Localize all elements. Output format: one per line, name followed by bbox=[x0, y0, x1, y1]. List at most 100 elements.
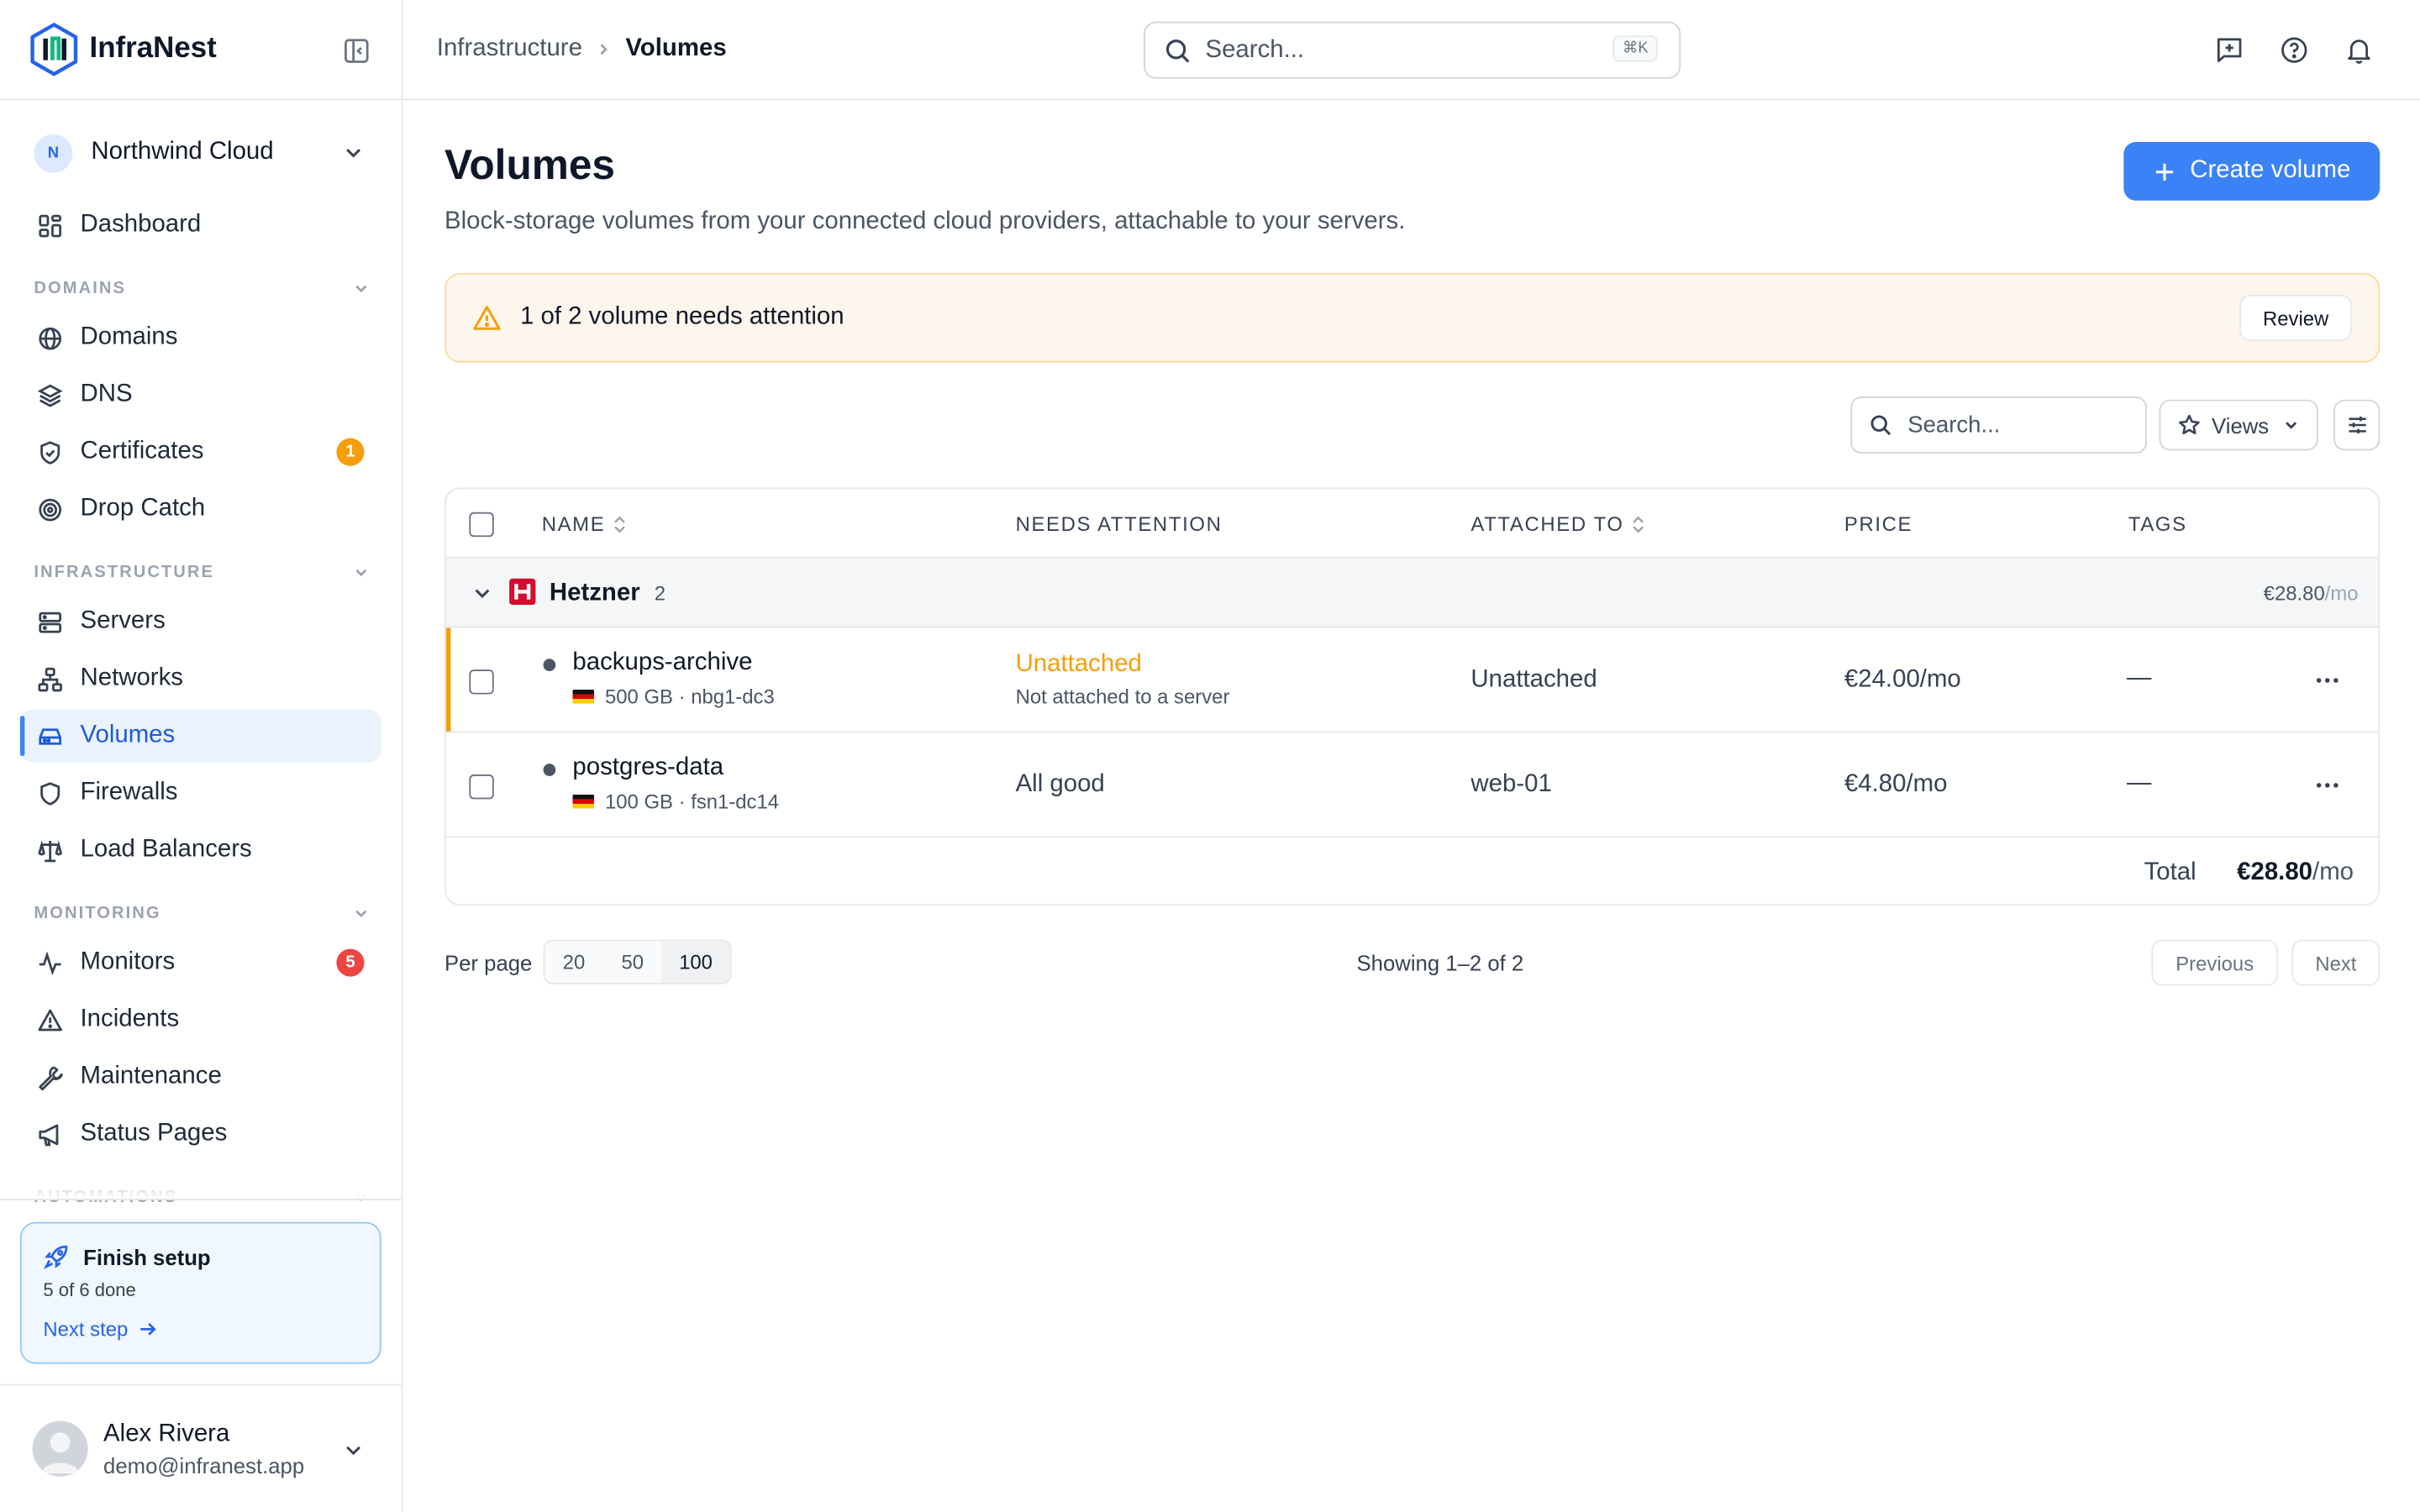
per-page-option-50[interactable]: 50 bbox=[603, 941, 662, 983]
infranest-logo-icon bbox=[30, 23, 78, 76]
sidebar-item-label: Servers bbox=[80, 607, 166, 634]
section-domains[interactable]: DOMAINS bbox=[34, 279, 370, 297]
finish-setup-card[interactable]: Finish setup 5 of 6 done Next step bbox=[19, 1221, 381, 1364]
sidebar-item-status-pages[interactable]: Status Pages bbox=[20, 1108, 381, 1160]
sidebar-item-label: Domains bbox=[80, 323, 178, 350]
group-name: Hetzner bbox=[549, 580, 640, 606]
row-checkbox[interactable] bbox=[469, 669, 494, 695]
germany-flag-icon bbox=[572, 794, 595, 810]
target-icon bbox=[39, 497, 62, 521]
volume-name[interactable]: postgres-data bbox=[572, 754, 723, 782]
help-icon[interactable] bbox=[2280, 35, 2309, 65]
more-horizontal-icon[interactable] bbox=[2313, 666, 2341, 694]
search-shortcut: ⌘K bbox=[1612, 35, 1658, 62]
breadcrumb-current: Volumes bbox=[625, 35, 727, 62]
plus-icon bbox=[2155, 162, 2174, 180]
table-row[interactable]: postgres-data 100 GB · fsn1-dc14 All goo… bbox=[445, 732, 2379, 838]
column-label: NEEDS ATTENTION bbox=[1015, 512, 1223, 536]
chevron-down-icon bbox=[2286, 422, 2297, 429]
sidebar-item-drop-catch[interactable]: Drop Catch bbox=[20, 483, 381, 535]
more-horizontal-icon[interactable] bbox=[2313, 771, 2341, 799]
volume-name[interactable]: backups-archive bbox=[572, 649, 752, 677]
views-dropdown[interactable]: Views bbox=[2159, 399, 2318, 451]
column-label: PRICE bbox=[1844, 512, 1913, 536]
column-header-tags: TAGS bbox=[2128, 512, 2187, 536]
column-label: NAME bbox=[541, 512, 606, 536]
feedback-icon[interactable] bbox=[2215, 35, 2244, 65]
status-dot bbox=[543, 764, 556, 776]
setup-section: Finish setup 5 of 6 done Next step bbox=[0, 1199, 402, 1383]
arrow-right-icon bbox=[139, 1322, 156, 1336]
chevron-down-icon bbox=[346, 1446, 360, 1456]
sidebar-item-dashboard[interactable]: Dashboard bbox=[20, 199, 381, 251]
table-footer: Total €28.80/mo bbox=[446, 837, 2379, 904]
column-header-attached-to[interactable]: ATTACHED TO bbox=[1470, 512, 1645, 535]
org-name: Northwind Cloud bbox=[91, 139, 274, 165]
global-search-input[interactable]: Search... ⌘K bbox=[1144, 21, 1681, 79]
org-switcher[interactable]: N Northwind Cloud bbox=[34, 133, 373, 173]
scale-icon bbox=[38, 839, 63, 862]
tags: — bbox=[2127, 664, 2152, 691]
breadcrumb-infrastructure[interactable]: Infrastructure bbox=[437, 35, 582, 63]
select-all-checkbox[interactable] bbox=[469, 512, 494, 538]
attached-to: web-01 bbox=[1470, 771, 1552, 798]
review-button[interactable]: Review bbox=[2239, 294, 2353, 341]
sidebar-item-certificates[interactable]: Certificates 1 bbox=[20, 426, 381, 478]
megaphone-icon bbox=[39, 1123, 59, 1146]
sidebar-item-dns[interactable]: DNS bbox=[20, 369, 381, 421]
layers-icon bbox=[37, 383, 63, 407]
volume-meta: 100 GB · fsn1-dc14 bbox=[572, 790, 779, 813]
group-total: €28.80/mo bbox=[2264, 581, 2359, 605]
next-page-button[interactable]: Next bbox=[2291, 939, 2381, 986]
price: €4.80/mo bbox=[1844, 771, 1948, 798]
sidebar-item-label: Certificates bbox=[80, 438, 204, 465]
page-description: Block-storage volumes from your connecte… bbox=[444, 207, 1406, 235]
per-page-option-20[interactable]: 20 bbox=[544, 941, 603, 983]
sidebar-item-label: Load Balancers bbox=[80, 836, 252, 863]
group-total-value: €28.80 bbox=[2263, 581, 2325, 605]
column-header-needs-attention: NEEDS ATTENTION bbox=[1016, 512, 1223, 536]
sidebar-item-networks[interactable]: Networks bbox=[20, 653, 381, 705]
sidebar-item-firewalls[interactable]: Firewalls bbox=[20, 767, 381, 819]
sidebar-item-volumes[interactable]: Volumes bbox=[19, 709, 381, 763]
sidebar-item-label: Drop Catch bbox=[80, 495, 206, 522]
section-monitoring[interactable]: MONITORING bbox=[34, 904, 370, 922]
sidebar-item-maintenance[interactable]: Maintenance bbox=[20, 1051, 381, 1103]
sidebar-item-domains[interactable]: Domains bbox=[20, 312, 381, 364]
volumes-table: NAME NEEDS ATTENTION ATTACHED TO PRICE T… bbox=[444, 487, 2381, 906]
sidebar-item-monitors[interactable]: Monitors 5 bbox=[20, 937, 381, 989]
table-row[interactable]: backups-archive 500 GB · nbg1-dc3 Unatta… bbox=[445, 627, 2379, 733]
tags: — bbox=[2127, 769, 2152, 796]
next-step-label: Next step bbox=[43, 1317, 129, 1341]
section-infrastructure[interactable]: INFRASTRUCTURE bbox=[34, 563, 370, 581]
sidebar-collapse-icon[interactable] bbox=[343, 37, 371, 65]
group-row-hetzner[interactable]: Hetzner 2 €28.80/mo bbox=[445, 558, 2379, 628]
status-dot bbox=[543, 659, 556, 671]
main-area: Infrastructure Volumes Search... ⌘K Volu… bbox=[402, 0, 2420, 1512]
per-page-option-100[interactable]: 100 bbox=[661, 941, 730, 983]
table-search-input[interactable]: Search... bbox=[1850, 396, 2147, 454]
row-checkbox[interactable] bbox=[469, 774, 494, 800]
chevron-down-icon bbox=[346, 149, 360, 158]
previous-page-button[interactable]: Previous bbox=[2151, 939, 2279, 986]
column-header-name[interactable]: NAME bbox=[541, 512, 627, 536]
avatar bbox=[32, 1420, 88, 1477]
sidebar-item-servers[interactable]: Servers bbox=[20, 596, 381, 648]
sidebar-item-load-balancers[interactable]: Load Balancers bbox=[20, 824, 381, 876]
chevron-down-icon bbox=[355, 910, 367, 918]
table-search-placeholder: Search... bbox=[1907, 412, 2001, 438]
create-volume-button[interactable]: Create volume bbox=[2123, 141, 2381, 201]
user-name: Alex Rivera bbox=[103, 1420, 230, 1447]
attention-status: All good bbox=[1015, 771, 1105, 798]
per-page-options: 20 50 100 bbox=[543, 939, 732, 984]
total-label: Total bbox=[2144, 859, 2196, 886]
star-icon bbox=[2179, 414, 2200, 435]
column-settings-button[interactable] bbox=[2333, 399, 2381, 451]
user-menu[interactable]: Alex Rivera demo@infranest.app bbox=[0, 1383, 402, 1512]
section-title: DOMAINS bbox=[34, 279, 126, 298]
next-step-link[interactable]: Next step bbox=[43, 1318, 157, 1341]
bell-icon[interactable] bbox=[2344, 35, 2374, 65]
sidebar-item-incidents[interactable]: Incidents bbox=[20, 994, 381, 1046]
chevron-down-icon[interactable] bbox=[472, 583, 492, 603]
volume-meta: 500 GB · nbg1-dc3 bbox=[572, 685, 775, 708]
